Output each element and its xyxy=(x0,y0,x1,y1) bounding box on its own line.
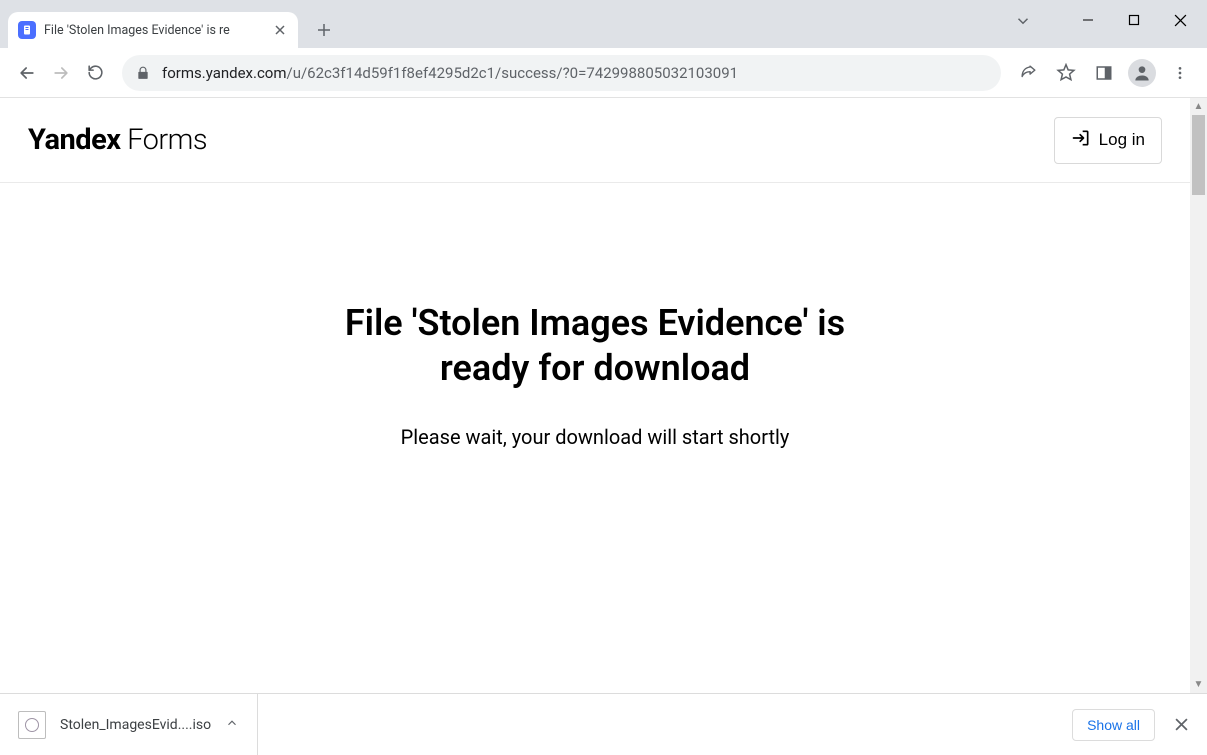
file-iso-icon xyxy=(18,711,46,739)
profile-avatar[interactable] xyxy=(1125,56,1159,90)
page-headline: File 'Stolen Images Evidence' is ready f… xyxy=(0,301,1190,391)
login-icon xyxy=(1071,128,1091,153)
page-subtext: Please wait, your download will start sh… xyxy=(0,425,1190,449)
tab-title: File 'Stolen Images Evidence' is re xyxy=(44,23,266,38)
address-bar[interactable]: forms.yandex.com/u/62c3f14d59f1f8ef4295d… xyxy=(122,55,1001,91)
bookmark-icon[interactable] xyxy=(1049,56,1083,90)
site-header: Yandex Forms Log in xyxy=(0,98,1190,183)
minimize-button[interactable] xyxy=(1065,4,1111,36)
lock-icon xyxy=(136,66,150,80)
back-button[interactable] xyxy=(10,56,44,90)
window-controls xyxy=(1065,0,1203,40)
downloads-bar: Stolen_ImagesEvid....iso Show all xyxy=(0,693,1207,755)
download-filename: Stolen_ImagesEvid....iso xyxy=(60,717,211,733)
close-window-button[interactable] xyxy=(1157,4,1203,36)
maximize-button[interactable] xyxy=(1111,4,1157,36)
browser-toolbar: forms.yandex.com/u/62c3f14d59f1f8ef4295d… xyxy=(0,48,1207,98)
side-panel-icon[interactable] xyxy=(1087,56,1121,90)
browser-tab[interactable]: File 'Stolen Images Evidence' is re xyxy=(8,12,298,48)
scroll-down-icon[interactable]: ▼ xyxy=(1190,676,1207,693)
brand-logo[interactable]: Yandex Forms xyxy=(28,123,207,157)
scrollbar-thumb[interactable] xyxy=(1192,115,1205,195)
menu-icon[interactable] xyxy=(1163,56,1197,90)
share-icon[interactable] xyxy=(1011,56,1045,90)
show-all-button[interactable]: Show all xyxy=(1072,709,1155,741)
close-downloads-icon[interactable] xyxy=(1169,713,1193,737)
download-chip[interactable]: Stolen_ImagesEvid....iso xyxy=(18,694,258,755)
chevron-up-icon[interactable] xyxy=(225,715,239,734)
scroll-up-icon[interactable]: ▲ xyxy=(1190,98,1207,115)
reload-button[interactable] xyxy=(78,56,112,90)
forward-button[interactable] xyxy=(44,56,78,90)
new-tab-button[interactable] xyxy=(310,16,338,44)
login-button[interactable]: Log in xyxy=(1054,117,1162,164)
url-text: forms.yandex.com/u/62c3f14d59f1f8ef4295d… xyxy=(162,64,738,82)
tab-favicon-icon xyxy=(18,21,36,39)
tab-close-icon[interactable] xyxy=(272,22,288,38)
page-main: File 'Stolen Images Evidence' is ready f… xyxy=(0,183,1190,449)
page-viewport: Yandex Forms Log in File 'Stolen Images … xyxy=(0,98,1207,693)
tab-search-icon[interactable] xyxy=(1014,12,1032,34)
vertical-scrollbar[interactable]: ▲ ▼ xyxy=(1190,98,1207,693)
toolbar-actions xyxy=(1011,56,1197,90)
browser-titlebar: File 'Stolen Images Evidence' is re xyxy=(0,0,1207,48)
login-label: Log in xyxy=(1099,130,1145,150)
